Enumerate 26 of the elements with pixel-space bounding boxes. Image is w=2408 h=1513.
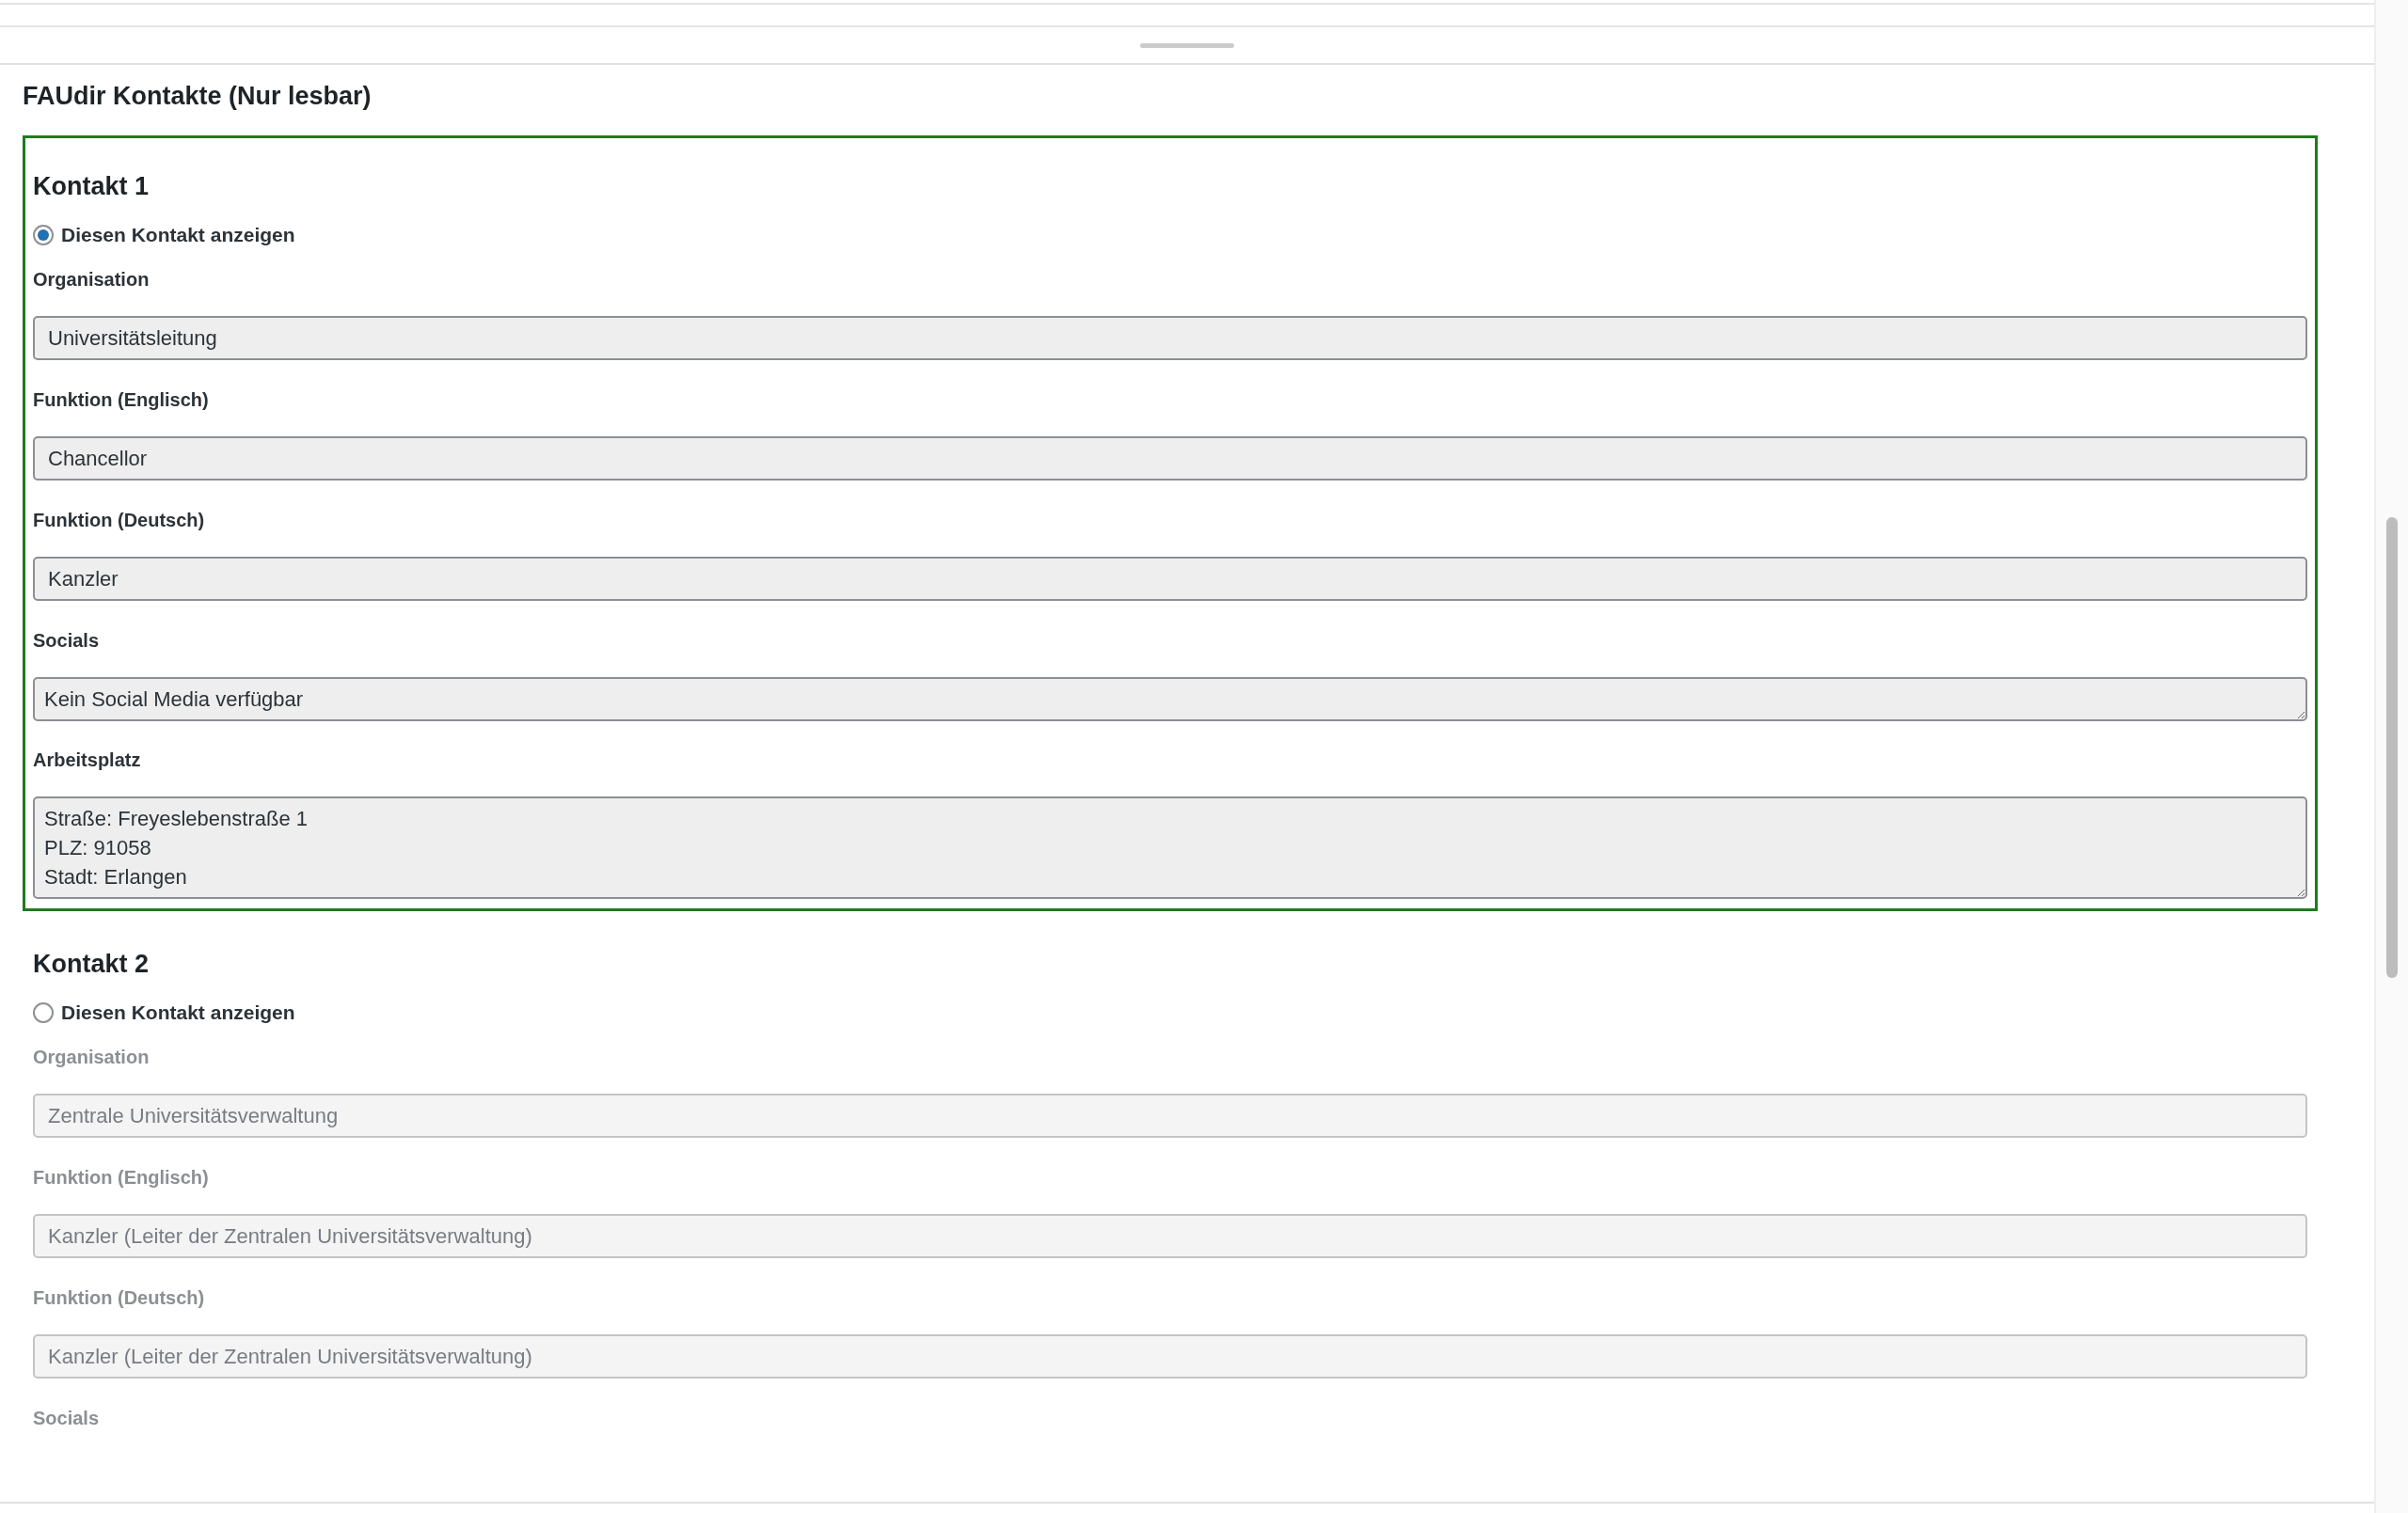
field-label: Funktion (Englisch) <box>33 389 210 411</box>
input-field[interactable]: Kanzler (Leiter der Zentralen Universitätsverwaltung) <box>33 1334 2307 1379</box>
input-field[interactable]: Kanzler <box>33 557 2307 601</box>
text-area[interactable]: Straße: Freyeslebenstraße 1 PLZ: 91058 Stadt: Erlangen <box>33 796 2307 899</box>
field-label: Funktion (Deutsch) <box>33 510 206 531</box>
field-label: Funktion (Deutsch) <box>33 1287 206 1309</box>
input-field[interactable]: Zentrale Universitätsverwaltung <box>33 1094 2307 1138</box>
scrollbar-thumb[interactable] <box>2386 517 2398 978</box>
input-field[interactable]: Kanzler (Leiter der Zentralen Universitätsverwaltung) <box>33 1214 2307 1258</box>
field-label: Socials <box>33 630 101 652</box>
contact-heading: Kontakt 1 <box>33 172 150 201</box>
input-field[interactable]: Chancellor <box>33 436 2307 481</box>
radio-button[interactable] <box>33 225 54 245</box>
drag-handle[interactable] <box>1140 42 1234 48</box>
field-label: Organisation <box>33 1047 150 1068</box>
radio-button[interactable] <box>33 1002 54 1023</box>
section-title: FAUdir Kontakte (Nur lesbar) <box>23 82 372 111</box>
input-field[interactable]: Universitätsleitung <box>33 316 2307 360</box>
field-label: Arbeitsplatz <box>33 749 142 771</box>
radio-label[interactable]: Diesen Kontakt anzeigen <box>33 1001 295 1024</box>
field-label: Organisation <box>33 269 150 291</box>
field-label: Socials <box>33 1408 101 1429</box>
radio-label[interactable]: Diesen Kontakt anzeigen <box>33 224 295 246</box>
text-area[interactable]: Kein Social Media verfügbar <box>33 677 2307 721</box>
contact-heading: Kontakt 2 <box>33 950 150 979</box>
field-label: Funktion (Englisch) <box>33 1167 210 1189</box>
